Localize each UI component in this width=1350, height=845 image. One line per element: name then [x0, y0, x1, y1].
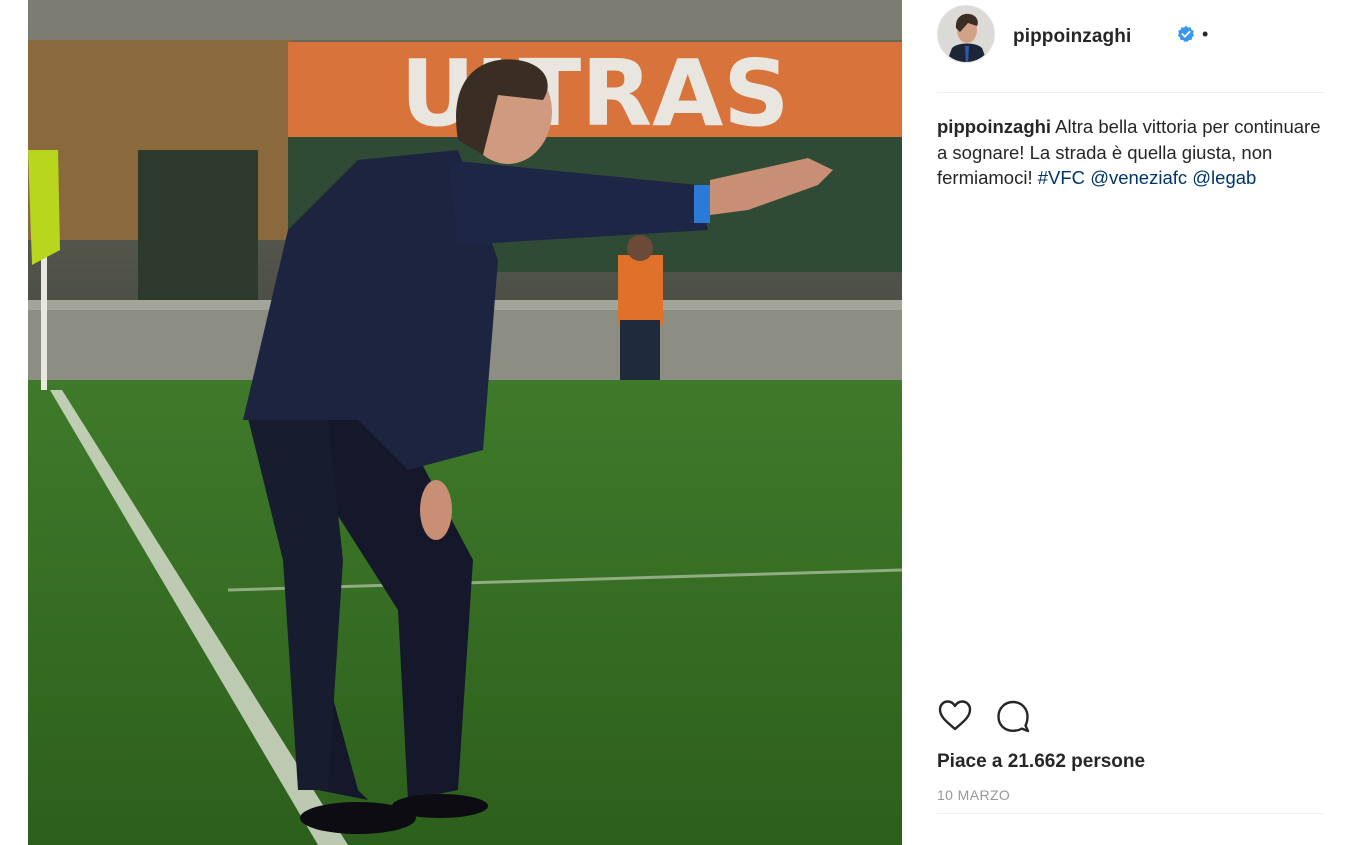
photo-illustration: ULTRAS [28, 0, 902, 845]
post-actions [937, 698, 1137, 738]
comment-bubble-icon[interactable] [995, 698, 1031, 734]
post-photo[interactable]: ULTRAS [28, 0, 902, 845]
post-side-panel: pippoinzaghi • pippoinzaghi Altra bella … [902, 0, 1350, 845]
header-divider [937, 92, 1323, 93]
mention-link-veneziafc[interactable]: @veneziafc [1090, 167, 1187, 188]
post-caption: pippoinzaghi Altra bella vittoria per co… [937, 114, 1322, 191]
left-margin [0, 0, 28, 845]
post-date[interactable]: 10 MARZO [937, 787, 1010, 803]
hashtag-link[interactable]: #VFC [1038, 167, 1085, 188]
caption-username[interactable]: pippoinzaghi [937, 116, 1051, 137]
avatar-image [938, 6, 994, 62]
avatar[interactable] [937, 5, 995, 63]
heart-icon[interactable] [937, 698, 973, 734]
header-separator: • [1202, 24, 1209, 44]
likes-count[interactable]: Piace a 21.662 persone [937, 751, 1145, 773]
footer-divider [937, 813, 1323, 814]
mention-link-legab[interactable]: @legab [1192, 167, 1256, 188]
post-header: pippoinzaghi • [937, 5, 1322, 65]
verified-badge-icon [1177, 25, 1195, 42]
author-username[interactable]: pippoinzaghi [1013, 26, 1131, 48]
